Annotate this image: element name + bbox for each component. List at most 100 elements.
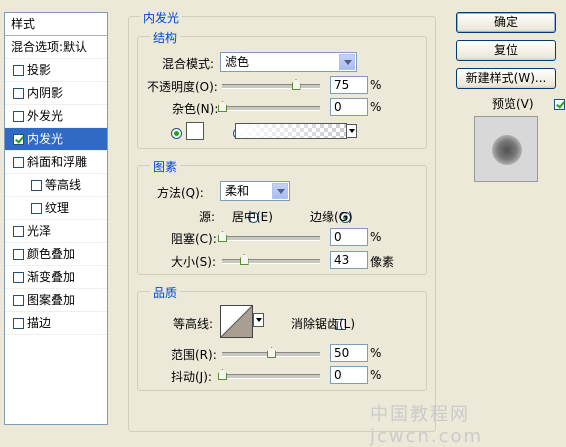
style-item-blend-options[interactable]: 混合选项:默认	[5, 36, 107, 59]
style-item-pattern-overlay[interactable]: 图案叠加	[5, 289, 107, 312]
style-item-label: 图案叠加	[27, 293, 76, 307]
preview-checkbox[interactable]	[554, 99, 566, 110]
glow-gradient-swatch[interactable]	[235, 123, 347, 139]
inner-shadow-checkbox[interactable]	[13, 88, 24, 99]
size-field[interactable]: 43	[330, 251, 368, 269]
method-value: 柔和	[225, 184, 250, 198]
stroke-checkbox[interactable]	[13, 318, 24, 329]
inner-glow-checkbox[interactable]	[13, 134, 24, 145]
method-select[interactable]: 柔和	[220, 181, 290, 201]
style-item-gradient-overlay[interactable]: 渐变叠加	[5, 266, 107, 289]
satin-checkbox[interactable]	[13, 226, 24, 237]
style-item-label: 内发光	[27, 132, 64, 146]
style-item-label: 渐变叠加	[27, 270, 76, 284]
opacity-slider-thumb[interactable]	[292, 79, 301, 90]
outer-glow-checkbox[interactable]	[13, 111, 24, 122]
preview-label[interactable]: 预览(V)	[492, 95, 534, 112]
contour-checkbox[interactable]	[31, 180, 42, 191]
elements-title: 图素	[150, 158, 181, 175]
new-style-button[interactable]: 新建样式(W)...	[456, 68, 556, 89]
blend-mode-label: 混合模式:	[162, 57, 215, 71]
style-item-label: 投影	[27, 63, 52, 77]
contour-curve-icon	[221, 306, 252, 337]
style-item-outer-glow[interactable]: 外发光	[5, 105, 107, 128]
bevel-emboss-checkbox[interactable]	[13, 157, 24, 168]
range-field[interactable]: 50	[330, 344, 368, 362]
blend-mode-value: 滤色	[225, 55, 250, 69]
jitter-label: 抖动(J):	[171, 370, 212, 384]
contour-preview[interactable]	[220, 305, 253, 338]
jitter-percent: %	[370, 368, 382, 382]
noise-field[interactable]: 0	[330, 98, 368, 116]
quality-title: 品质	[150, 284, 181, 301]
style-item-label: 内阴影	[27, 86, 64, 100]
jitter-slider-thumb[interactable]	[218, 369, 227, 380]
style-item-satin[interactable]: 光泽	[5, 220, 107, 243]
style-preview-thumbnail	[474, 116, 538, 182]
chevron-down-icon[interactable]	[339, 54, 355, 70]
choke-slider-thumb[interactable]	[218, 231, 227, 242]
style-item-label: 光泽	[27, 224, 52, 238]
gradient-dropdown-icon[interactable]	[346, 124, 357, 138]
size-label: 大小(S):	[171, 255, 217, 269]
style-item-label: 纹理	[45, 201, 70, 215]
ok-button[interactable]: 确定	[456, 12, 556, 33]
style-item-bevel-emboss[interactable]: 斜面和浮雕	[5, 151, 107, 174]
style-item-inner-shadow[interactable]: 内阴影	[5, 82, 107, 105]
style-item-contour[interactable]: 等高线	[5, 174, 107, 197]
drop-shadow-checkbox[interactable]	[13, 65, 24, 76]
contour-label: 等高线:	[173, 317, 214, 331]
watermark-text: 中国教程网 jcwcn.com	[370, 404, 484, 447]
opacity-slider-track[interactable]	[222, 84, 320, 89]
noise-percent: %	[370, 100, 382, 114]
style-item-drop-shadow[interactable]: 投影	[5, 59, 107, 82]
range-label: 范围(R):	[171, 348, 217, 362]
inner-glow-title: 内发光	[140, 9, 183, 26]
noise-slider-thumb[interactable]	[218, 101, 227, 112]
size-slider-thumb[interactable]	[240, 254, 249, 265]
style-item-label: 颜色叠加	[27, 247, 76, 261]
reset-button[interactable]: 复位	[456, 40, 556, 61]
method-label: 方法(Q):	[157, 186, 204, 200]
opacity-field[interactable]: 75	[330, 76, 368, 94]
source-label: 源:	[199, 210, 216, 224]
jitter-slider-track[interactable]	[222, 374, 320, 379]
jitter-field[interactable]: 0	[330, 366, 368, 384]
gradient-overlay-checkbox[interactable]	[13, 272, 24, 283]
style-item-stroke[interactable]: 描边	[5, 312, 107, 335]
style-list-header[interactable]: 样式	[5, 13, 107, 36]
style-item-label: 外发光	[27, 109, 64, 123]
opacity-percent: %	[370, 78, 382, 92]
noise-slider-track[interactable]	[222, 106, 320, 111]
glow-color-swatch[interactable]	[186, 122, 204, 140]
opacity-label: 不透明度(O):	[147, 80, 218, 94]
style-item-texture[interactable]: 纹理	[5, 197, 107, 220]
antialias-label[interactable]: 消除锯齿(L)	[291, 315, 355, 332]
size-slider-track[interactable]	[222, 259, 320, 264]
style-item-color-overlay[interactable]: 颜色叠加	[5, 243, 107, 266]
noise-label: 杂色(N):	[172, 102, 219, 116]
color-overlay-checkbox[interactable]	[13, 249, 24, 260]
structure-title: 结构	[150, 29, 181, 46]
preview-glow-sample	[492, 135, 522, 165]
range-percent: %	[370, 346, 382, 360]
choke-field[interactable]: 0	[330, 228, 368, 246]
size-pixels: 像素	[370, 255, 395, 269]
choke-label: 阻塞(C):	[171, 232, 217, 246]
style-item-inner-glow[interactable]: 内发光	[5, 128, 107, 151]
color-radio[interactable]	[171, 128, 182, 139]
style-item-label: 描边	[27, 316, 52, 330]
style-list: 样式 混合选项:默认 投影 内阴影 外发光 内发光 斜面和浮雕 等高线 纹理 光…	[4, 12, 108, 425]
contour-dropdown-icon[interactable]	[253, 313, 264, 327]
chevron-down-icon[interactable]	[272, 183, 288, 199]
blend-mode-select[interactable]: 滤色	[220, 52, 357, 72]
choke-percent: %	[370, 230, 382, 244]
style-item-label: 等高线	[45, 178, 82, 192]
style-item-label: 斜面和浮雕	[27, 155, 88, 169]
range-slider-thumb[interactable]	[267, 347, 276, 358]
source-edge-label[interactable]: 边缘(G)	[310, 208, 353, 225]
texture-checkbox[interactable]	[31, 203, 42, 214]
source-center-label[interactable]: 居中(E)	[232, 208, 273, 225]
choke-slider-track[interactable]	[222, 236, 320, 241]
pattern-overlay-checkbox[interactable]	[13, 295, 24, 306]
